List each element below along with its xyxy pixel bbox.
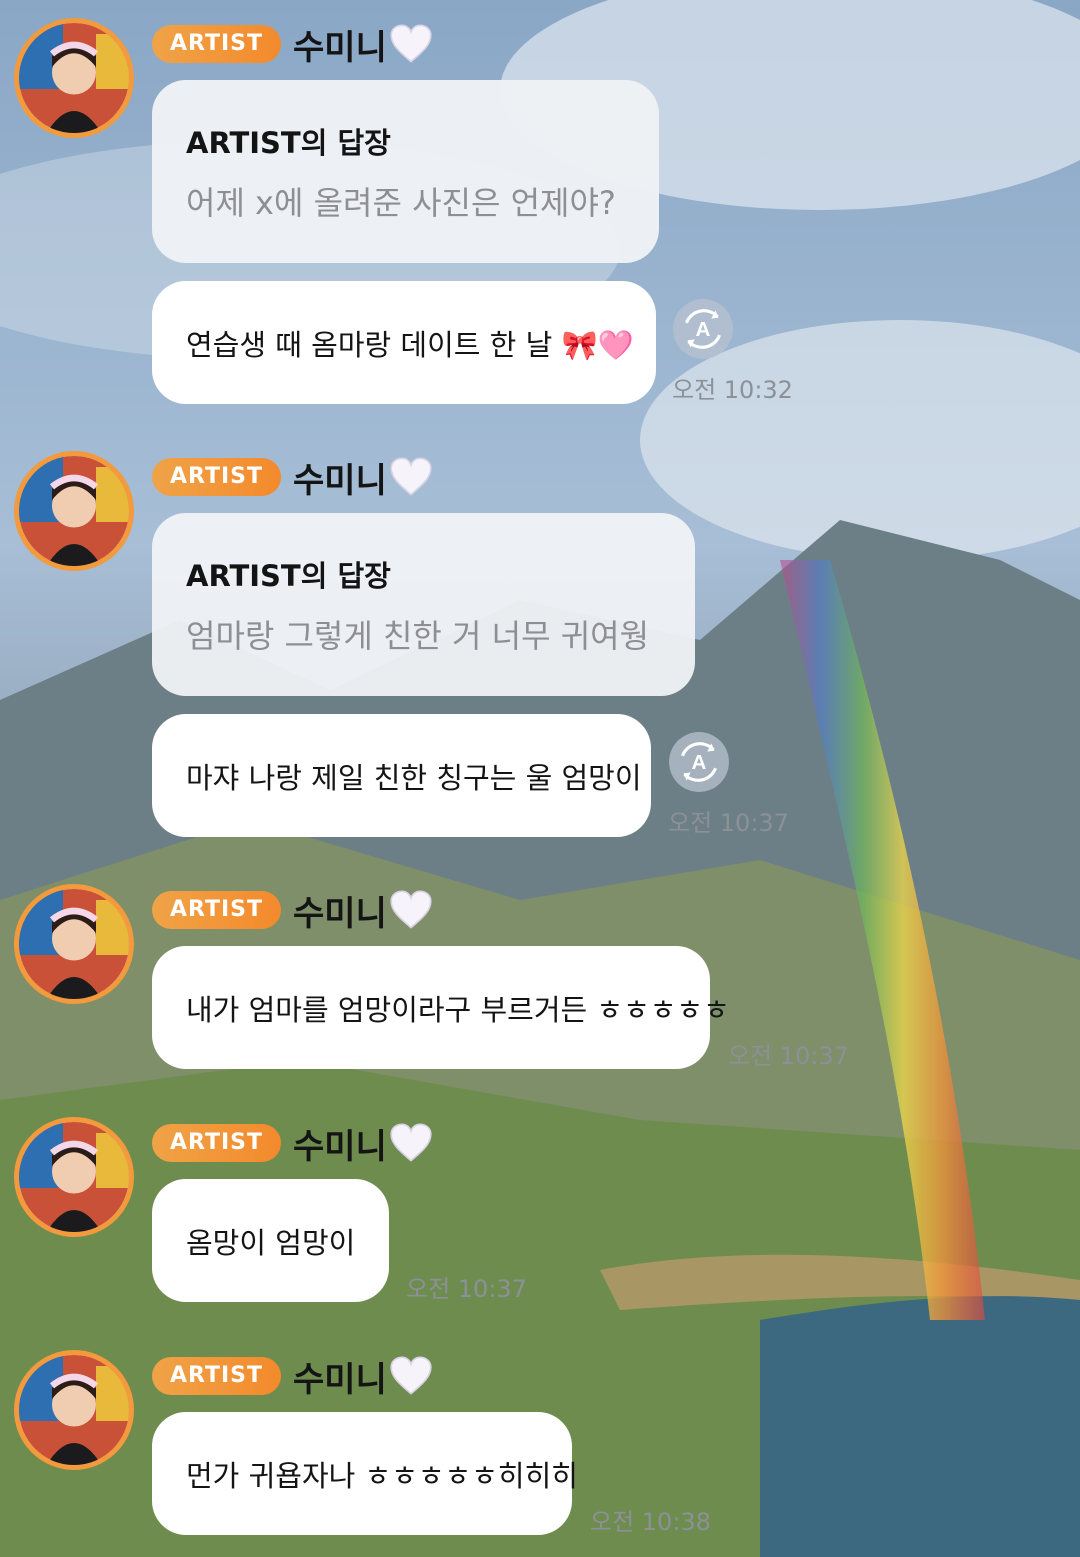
artist-badge: ARTIST <box>152 25 282 63</box>
message-bubble[interactable]: 연습생 때 옴마랑 데이트 한 날 🎀🩷 <box>152 281 656 404</box>
message-group: ARTIST 수미니 먼가 귀욥자나 ㅎㅎㅎㅎㅎ히히히 오전 10:38 <box>0 1332 1080 1552</box>
timestamp: 오전 10:37 <box>728 1042 849 1070</box>
artist-badge: ARTIST <box>152 458 282 496</box>
reply-bubble[interactable]: ARTIST의 답장 엄마랑 그렇게 친한 거 너무 귀여웡 <box>152 513 695 696</box>
white-heart-icon <box>389 1356 433 1396</box>
message-text: 마쟈 나랑 제일 친한 칭구는 울 엄망이 <box>186 760 642 795</box>
artist-badge: ARTIST <box>152 891 282 929</box>
timestamp: 오전 10:32 <box>672 376 793 404</box>
message-bubble[interactable]: 마쟈 나랑 제일 친한 칭구는 울 엄망이 <box>152 714 651 837</box>
reply-title: ARTIST의 답장 <box>186 558 391 593</box>
reply-text: 어제 x에 올려준 사진은 언제야? <box>186 183 616 222</box>
reply-title: ARTIST의 답장 <box>186 125 391 160</box>
svg-text:A: A <box>692 751 707 774</box>
message-text: 옴망이 엄망이 <box>186 1225 356 1260</box>
sender-name: 수미니 <box>293 27 387 68</box>
timestamp: 오전 10:37 <box>406 1275 527 1303</box>
sender-row: ARTIST 수미니 <box>152 1354 433 1400</box>
message-bubble[interactable]: 옴망이 엄망이 <box>152 1179 389 1302</box>
profile-avatar[interactable] <box>14 451 134 571</box>
artist-badge: ARTIST <box>152 1357 282 1395</box>
artist-badge: ARTIST <box>152 1124 282 1162</box>
white-heart-icon <box>389 24 433 64</box>
message-group: ARTIST 수미니 ARTIST의 답장 어제 x에 올려준 사진은 언제야?… <box>0 0 1080 420</box>
message-group: ARTIST 수미니 ARTIST의 답장 엄마랑 그렇게 친한 거 너무 귀여… <box>0 433 1080 853</box>
message-text: 내가 엄마를 엄망이라구 부르거든 ㅎㅎㅎㅎㅎ <box>186 992 730 1027</box>
sender-name: 수미니 <box>293 1359 387 1400</box>
profile-avatar[interactable] <box>14 1117 134 1237</box>
sender-row: ARTIST 수미니 <box>152 22 433 68</box>
sender-name: 수미니 <box>293 1126 387 1167</box>
sender-row: ARTIST 수미니 <box>152 1121 433 1167</box>
white-heart-icon <box>389 457 433 497</box>
timestamp: 오전 10:37 <box>668 809 789 837</box>
translate-icon[interactable]: A <box>672 298 734 360</box>
translate-icon[interactable]: A <box>668 731 730 793</box>
profile-avatar[interactable] <box>14 884 134 1004</box>
message-group: ARTIST 수미니 내가 엄마를 엄망이라구 부르거든 ㅎㅎㅎㅎㅎ 오전 10… <box>0 866 1080 1086</box>
profile-avatar[interactable] <box>14 18 134 138</box>
svg-text:A: A <box>696 318 711 341</box>
reply-text: 엄마랑 그렇게 친한 거 너무 귀여웡 <box>186 616 650 655</box>
white-heart-icon <box>389 1123 433 1163</box>
sender-row: ARTIST 수미니 <box>152 455 433 501</box>
timestamp: 오전 10:38 <box>590 1508 711 1536</box>
message-text: 연습생 때 옴마랑 데이트 한 날 🎀🩷 <box>186 327 634 362</box>
message-bubble[interactable]: 내가 엄마를 엄망이라구 부르거든 ㅎㅎㅎㅎㅎ <box>152 946 730 1069</box>
profile-avatar[interactable] <box>14 1350 134 1470</box>
sender-name: 수미니 <box>293 460 387 501</box>
message-bubble[interactable]: 먼가 귀욥자나 ㅎㅎㅎㅎㅎ히히히 <box>152 1412 578 1535</box>
sender-name: 수미니 <box>293 893 387 934</box>
message-text: 먼가 귀욥자나 ㅎㅎㅎㅎㅎ히히히 <box>186 1458 578 1493</box>
sender-row: ARTIST 수미니 <box>152 888 433 934</box>
reply-bubble[interactable]: ARTIST의 답장 어제 x에 올려준 사진은 언제야? <box>152 80 659 263</box>
chat-feed[interactable]: ARTIST 수미니 ARTIST의 답장 어제 x에 올려준 사진은 언제야?… <box>0 0 1080 1557</box>
white-heart-icon <box>389 890 433 930</box>
message-group: ARTIST 수미니 옴망이 엄망이 오전 10:37 <box>0 1099 1080 1319</box>
